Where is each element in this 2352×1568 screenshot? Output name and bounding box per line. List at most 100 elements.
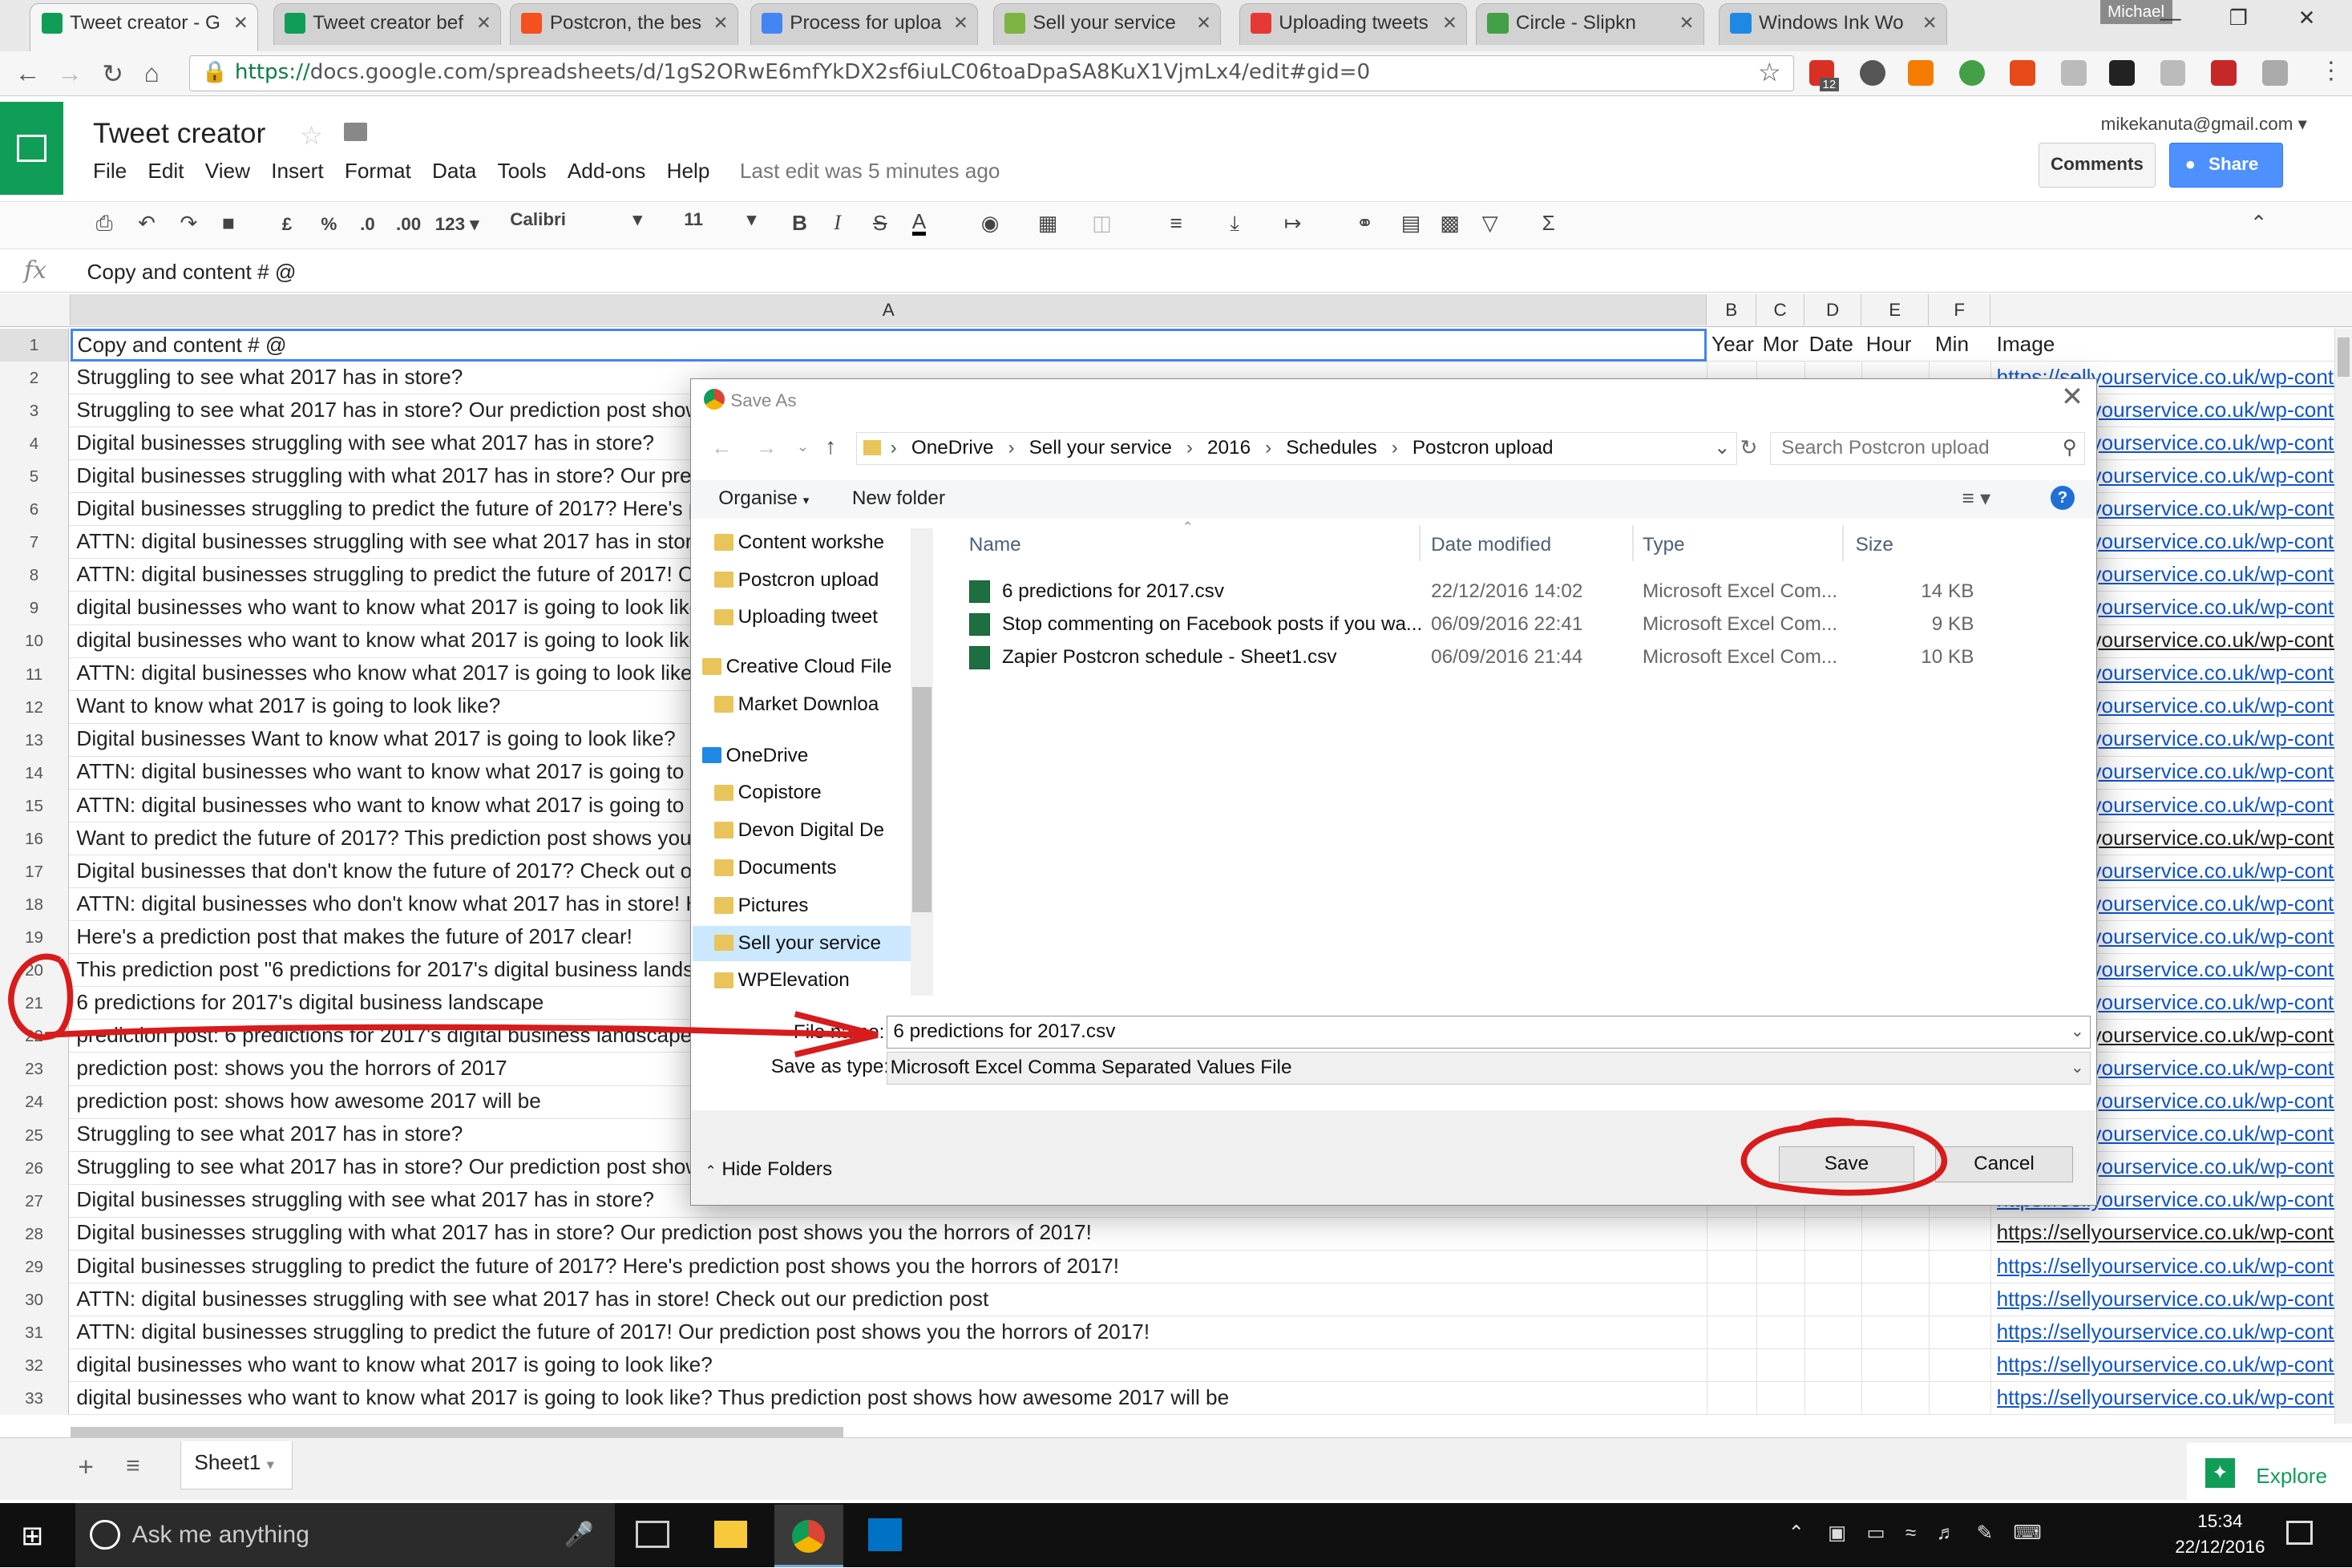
functions-icon[interactable]: Σ	[1542, 211, 1555, 236]
font-select[interactable]: Calibri ▾	[510, 209, 645, 230]
wifi-icon[interactable]: ≈	[1905, 1522, 1916, 1544]
file-row[interactable]: Stop commenting on Facebook posts if you…	[960, 609, 2011, 642]
keyboard-icon[interactable]: ⌨	[2013, 1522, 2041, 1544]
row-number[interactable]: 19	[0, 921, 70, 955]
star-icon[interactable]: ☆	[300, 120, 323, 151]
row-number[interactable]: 27	[0, 1184, 70, 1218]
row-number[interactable]: 23	[0, 1053, 70, 1086]
row-number[interactable]: 14	[0, 756, 70, 790]
nav-item[interactable]: Documents	[693, 851, 910, 887]
file-row[interactable]: Zapier Postcron schedule - Sheet1.csv 06/…	[960, 642, 2011, 675]
file-explorer-icon[interactable]	[713, 1521, 747, 1549]
row-number[interactable]: 5	[0, 460, 70, 494]
dialog-search-input[interactable]: Search Postcron upload ⚲	[1770, 431, 2085, 466]
help-icon[interactable]: ?	[2050, 486, 2075, 511]
screen-extension-icon[interactable]	[2160, 59, 2186, 86]
hide-folders-button[interactable]: ⌃ Hide Folders	[705, 1158, 832, 1181]
cell-copy[interactable]: Digital businesses struggling to predict…	[76, 1254, 1702, 1279]
tray-chevron-icon[interactable]: ⌃	[1788, 1522, 1804, 1544]
menu-item[interactable]: Insert	[271, 159, 324, 184]
collapse-toolbar-icon[interactable]: ⌃	[2250, 211, 2268, 236]
mail-extension-icon[interactable]	[2108, 59, 2135, 86]
add-sheet-icon[interactable]: +	[78, 1453, 94, 1483]
row-number[interactable]: 25	[0, 1118, 70, 1152]
folder-icon[interactable]	[343, 123, 368, 141]
camera-extension-icon[interactable]	[2061, 59, 2087, 86]
browser-tab[interactable]: Process for uploa ✕	[750, 2, 979, 46]
last-edit-status[interactable]: Last edit was 5 minutes ago	[740, 159, 1000, 183]
column-date-modified[interactable]: Date modified	[1431, 534, 1551, 556]
forward-icon[interactable]: →	[57, 59, 83, 88]
nav-item[interactable]: Creative Cloud File	[693, 649, 910, 685]
row-number[interactable]: 2	[0, 361, 70, 394]
comments-button[interactable]: Comments	[2038, 142, 2156, 188]
menu-item[interactable]: File	[93, 159, 127, 184]
cell-d1[interactable]: Date	[1809, 332, 1853, 357]
close-tab-icon[interactable]: ✕	[476, 4, 491, 43]
cancel-button[interactable]: Cancel	[1934, 1146, 2073, 1182]
browser-tab[interactable]: Tweet creator bef ✕	[273, 2, 501, 46]
text-wrap-icon[interactable]: ↦	[1284, 211, 1302, 236]
nav-item[interactable]: Uploading tweet	[693, 600, 910, 636]
row-number[interactable]: 11	[0, 657, 70, 691]
cell-image-link[interactable]: https://sellyourservice.co.uk/wp-conte	[1997, 1220, 2334, 1245]
comment-icon[interactable]: ▤	[1401, 211, 1421, 236]
vertical-scrollbar[interactable]	[2334, 328, 2352, 1424]
menu-item[interactable]: Help	[667, 159, 710, 184]
merge-cells-icon[interactable]: ◫	[1092, 211, 1112, 236]
windows-start-icon[interactable]: ⊞	[21, 1520, 43, 1552]
home-icon[interactable]: ⌂	[144, 59, 160, 88]
breadcrumb[interactable]: › OneDrive › Sell your service › 2016 › …	[856, 431, 1737, 466]
breadcrumb-item[interactable]: OneDrive	[911, 437, 994, 459]
row-number[interactable]: 33	[0, 1382, 70, 1416]
organise-button[interactable]: Organise ▾	[718, 487, 809, 510]
cell-b1[interactable]: Year	[1711, 332, 1754, 357]
row-number[interactable]: 22	[0, 1020, 70, 1053]
menu-item[interactable]: Tools	[498, 159, 547, 184]
menu-item[interactable]: View	[205, 159, 250, 184]
cell-copy[interactable]: Digital businesses struggling with what …	[76, 1220, 1702, 1245]
column-size[interactable]: Size	[1856, 534, 1893, 556]
dialog-forward-icon[interactable]: →	[756, 435, 777, 460]
cell-f1[interactable]: Min	[1935, 332, 1969, 357]
cell-image-link[interactable]: https://sellyourservice.co.uk/wp-conte	[1997, 1385, 2334, 1410]
close-tab-icon[interactable]: ✕	[1922, 4, 1938, 43]
column-header-d[interactable]: D	[1804, 293, 1862, 326]
row-number[interactable]: 3	[0, 394, 70, 428]
task-view-icon[interactable]	[636, 1521, 669, 1549]
row-number[interactable]: 18	[0, 888, 70, 922]
currency-button[interactable]: £	[282, 214, 292, 235]
browser-tab[interactable]: Postcron, the bes ✕	[510, 2, 738, 46]
menu-item[interactable]: Add-ons	[568, 159, 646, 184]
nav-item[interactable]: Content workshe	[693, 525, 910, 561]
up-folder-icon[interactable]: ↑	[825, 434, 836, 459]
chrome-taskbar-item[interactable]	[774, 1504, 843, 1568]
link-icon[interactable]: ⚭	[1356, 211, 1374, 236]
window-close-icon[interactable]: ✕	[2298, 6, 2316, 30]
pen-icon[interactable]: ✎	[1977, 1522, 1993, 1544]
outlook-icon[interactable]	[868, 1517, 902, 1551]
row-number[interactable]: 28	[0, 1217, 70, 1251]
all-sheets-icon[interactable]: ≡	[126, 1453, 139, 1480]
cell-e1[interactable]: Hour	[1866, 332, 1912, 357]
column-name[interactable]: Name	[969, 534, 1021, 556]
view-options-icon[interactable]: ≡ ▾	[1962, 486, 1991, 511]
close-tab-icon[interactable]: ✕	[233, 4, 249, 43]
row-number[interactable]: 15	[0, 789, 70, 822]
close-tab-icon[interactable]: ✕	[713, 4, 729, 43]
browser-tab[interactable]: Circle - Slipkn ✕	[1476, 2, 1704, 46]
cell-copy[interactable]: ATTN: digital businesses struggling with…	[76, 1287, 1702, 1311]
restore-icon[interactable]: ❐	[2229, 6, 2248, 30]
url-input[interactable]: 🔒 https://docs.google.com/spreadsheets/d/…	[188, 55, 1794, 92]
account-email[interactable]: mikekanuta@gmail.com ▾	[2101, 114, 2307, 135]
menu-item[interactable]: Edit	[148, 159, 184, 184]
column-header-c[interactable]: C	[1756, 293, 1805, 326]
browser-tab[interactable]: Windows Ink Wo ✕	[1719, 2, 1947, 46]
column-header-e[interactable]: E	[1861, 293, 1930, 326]
number-format-button[interactable]: 123 ▾	[435, 214, 479, 235]
file-name-input[interactable]: 6 predictions for 2017.csv ⌄	[886, 1015, 2091, 1049]
row-number[interactable]: 32	[0, 1349, 70, 1383]
minimize-icon[interactable]: —	[2160, 6, 2181, 30]
nav-item[interactable]: Pictures	[693, 888, 910, 924]
volume-icon[interactable]: ♬	[1937, 1522, 1956, 1544]
